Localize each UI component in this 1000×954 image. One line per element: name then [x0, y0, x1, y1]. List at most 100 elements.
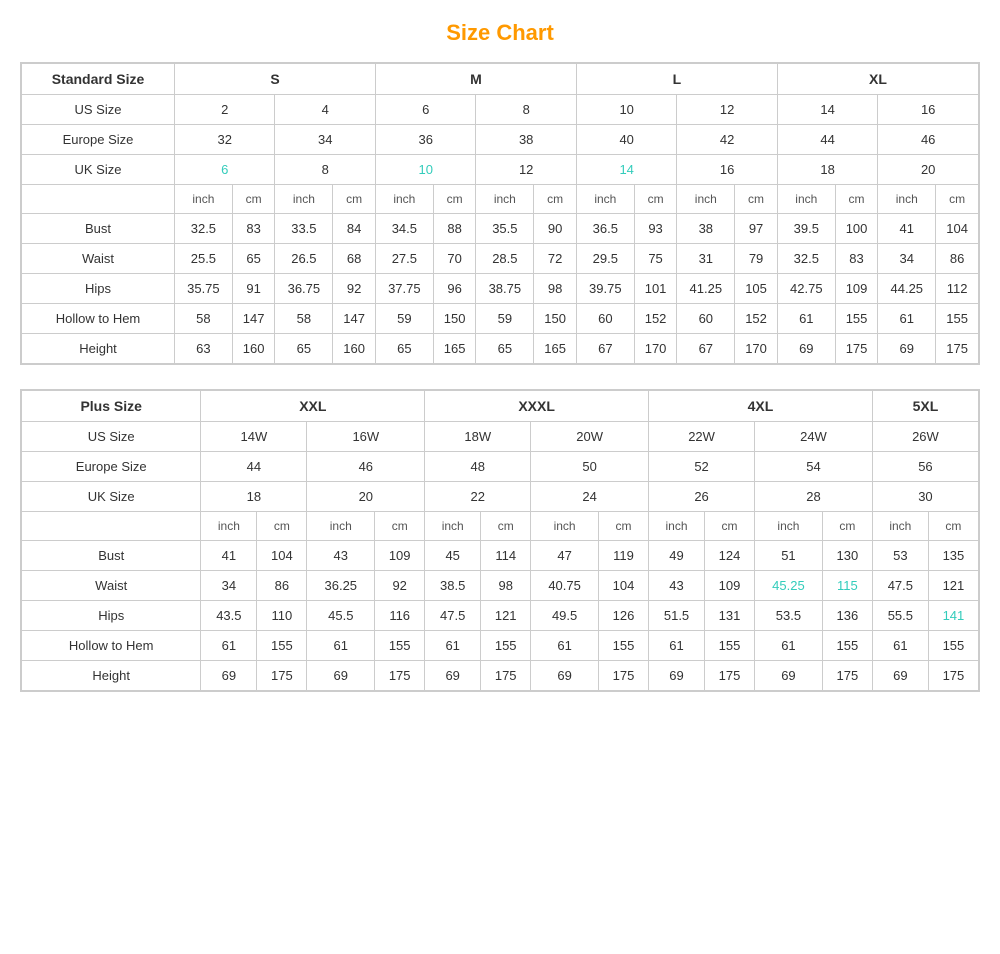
- plus-height-label: Height: [22, 661, 201, 691]
- hips-xl14-cm: 109: [835, 274, 878, 304]
- bust-s4-cm: 84: [333, 214, 376, 244]
- h2h-l12-cm: 152: [735, 304, 778, 334]
- plus-unit-cm-6: cm: [822, 512, 872, 541]
- plus-ht-22w-inch: 69: [649, 661, 705, 691]
- h2h-xl16-inch: 61: [878, 304, 936, 334]
- bust-l12-cm: 97: [735, 214, 778, 244]
- hips-m6-inch: 37.75: [375, 274, 433, 304]
- plus-uk-22: 22: [425, 482, 531, 512]
- plus-h2h-16w-inch: 61: [307, 631, 375, 661]
- h2h-xl16-cm: 155: [936, 304, 979, 334]
- ht-m8-cm: 165: [534, 334, 577, 364]
- hips-s4-cm: 92: [333, 274, 376, 304]
- waist-l12-cm: 79: [735, 244, 778, 274]
- h2h-s2-inch: 58: [175, 304, 233, 334]
- ht-s2-cm: 160: [232, 334, 275, 364]
- plus-uk-20: 20: [307, 482, 425, 512]
- unit-inch-4: inch: [476, 185, 534, 214]
- hips-s4-inch: 36.75: [275, 274, 333, 304]
- plus-ht-18w-cm: 175: [481, 661, 531, 691]
- plus-bust-16w-inch: 43: [307, 541, 375, 571]
- europe-size-label: Europe Size: [22, 125, 175, 155]
- plus-us-18w: 18W: [425, 422, 531, 452]
- plus-h2h-14w-cm: 155: [257, 631, 307, 661]
- waist-m6-cm: 70: [433, 244, 476, 274]
- plus-bust-14w-inch: 41: [201, 541, 257, 571]
- uk-20: 20: [878, 155, 979, 185]
- plus-h2h-16w-cm: 155: [375, 631, 425, 661]
- plus-waist-24w-inch: 45.25: [755, 571, 823, 601]
- height-label: Height: [22, 334, 175, 364]
- size-l-header: L: [576, 64, 777, 95]
- unit-inch-6: inch: [677, 185, 735, 214]
- h2h-m8-cm: 150: [534, 304, 577, 334]
- plus-waist-20w-inch: 40.75: [531, 571, 599, 601]
- plus-uk-24: 24: [531, 482, 649, 512]
- size-m-header: M: [375, 64, 576, 95]
- unit-inch-2: inch: [275, 185, 333, 214]
- uk-12: 12: [476, 155, 576, 185]
- us-size-8: 8: [476, 95, 576, 125]
- ht-l10-cm: 170: [634, 334, 677, 364]
- h2h-l10-inch: 60: [576, 304, 634, 334]
- plus-bust-24w-inch: 51: [755, 541, 823, 571]
- plus-unit-inch-2: inch: [307, 512, 375, 541]
- unit-inch-3: inch: [375, 185, 433, 214]
- plus-unit-inch-5: inch: [649, 512, 705, 541]
- plus-unit-inch-6: inch: [755, 512, 823, 541]
- plus-bust-26w-inch: 53: [872, 541, 928, 571]
- unit-cm-1: cm: [232, 185, 275, 214]
- unit-spacer: [22, 185, 175, 214]
- h2h-s2-cm: 147: [232, 304, 275, 334]
- bust-m6-inch: 34.5: [375, 214, 433, 244]
- plus-bust-24w-cm: 130: [822, 541, 872, 571]
- waist-l10-inch: 29.5: [576, 244, 634, 274]
- plus-ht-22w-cm: 175: [705, 661, 755, 691]
- unit-cm-7: cm: [835, 185, 878, 214]
- plus-h2h-22w-inch: 61: [649, 631, 705, 661]
- plus-ht-26w-cm: 175: [928, 661, 978, 691]
- waist-m8-cm: 72: [534, 244, 577, 274]
- waist-l12-inch: 31: [677, 244, 735, 274]
- bust-l10-inch: 36.5: [576, 214, 634, 244]
- plus-h2h-18w-cm: 155: [481, 631, 531, 661]
- plus-size-label: Plus Size: [22, 391, 201, 422]
- bust-label: Bust: [22, 214, 175, 244]
- plus-bust-label: Bust: [22, 541, 201, 571]
- bust-xl14-cm: 100: [835, 214, 878, 244]
- waist-xl16-cm: 86: [936, 244, 979, 274]
- plus-uk-18: 18: [201, 482, 307, 512]
- plus-us-26w: 26W: [872, 422, 978, 452]
- unit-inch-7: inch: [777, 185, 835, 214]
- eu-40: 40: [576, 125, 676, 155]
- unit-cm-2: cm: [333, 185, 376, 214]
- ht-xl14-inch: 69: [777, 334, 835, 364]
- us-size-10: 10: [576, 95, 676, 125]
- hollow-to-hem-label: Hollow to Hem: [22, 304, 175, 334]
- plus-bust-18w-cm: 114: [481, 541, 531, 571]
- plus-unit-spacer: [22, 512, 201, 541]
- plus-bust-22w-cm: 124: [705, 541, 755, 571]
- eu-32: 32: [175, 125, 275, 155]
- unit-inch-5: inch: [576, 185, 634, 214]
- hips-l12-inch: 41.25: [677, 274, 735, 304]
- hips-m8-cm: 98: [534, 274, 577, 304]
- plus-waist-22w-cm: 109: [705, 571, 755, 601]
- plus-eu-52: 52: [649, 452, 755, 482]
- uk-6: 6: [175, 155, 275, 185]
- eu-42: 42: [677, 125, 777, 155]
- plus-us-22w: 22W: [649, 422, 755, 452]
- us-size-label: US Size: [22, 95, 175, 125]
- standard-size-table: Standard Size S M L XL US Size 2 4 6 8 1…: [20, 62, 980, 365]
- plus-eu-46: 46: [307, 452, 425, 482]
- plus-h2h-18w-inch: 61: [425, 631, 481, 661]
- bust-l12-inch: 38: [677, 214, 735, 244]
- hips-label: Hips: [22, 274, 175, 304]
- plus-eu-44: 44: [201, 452, 307, 482]
- plus-h2h-14w-inch: 61: [201, 631, 257, 661]
- waist-s4-inch: 26.5: [275, 244, 333, 274]
- h2h-s4-cm: 147: [333, 304, 376, 334]
- plus-h2h-20w-cm: 155: [598, 631, 648, 661]
- plus-ht-24w-cm: 175: [822, 661, 872, 691]
- plus-ht-18w-inch: 69: [425, 661, 481, 691]
